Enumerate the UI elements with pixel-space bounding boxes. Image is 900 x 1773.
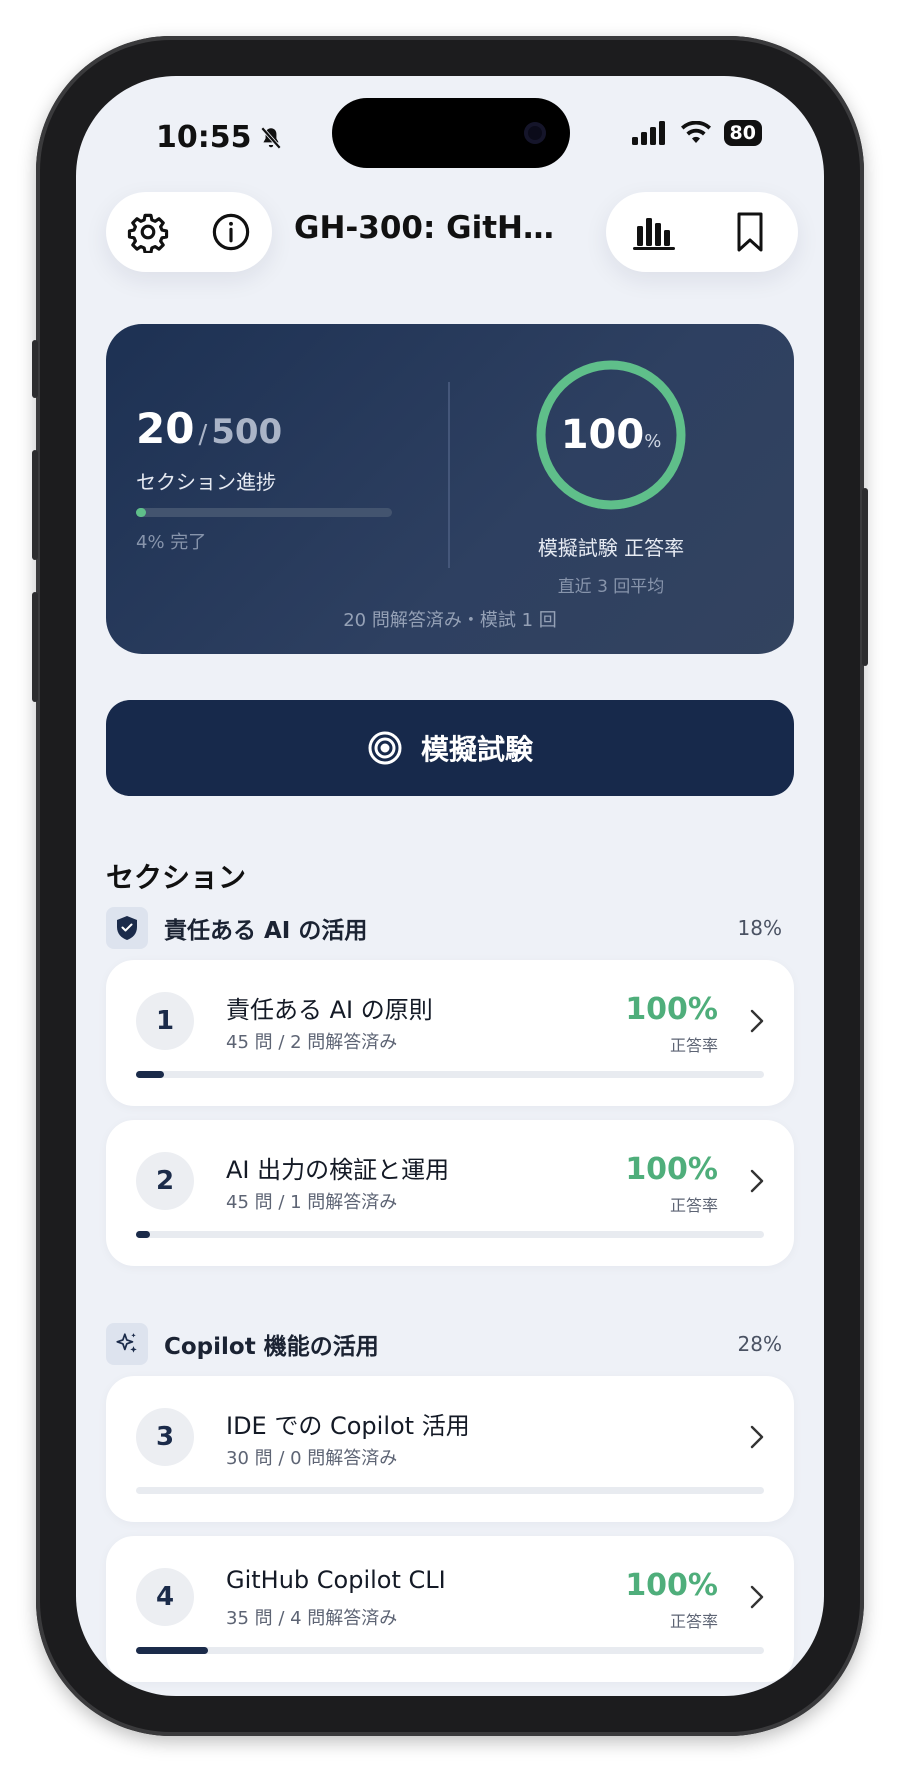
- section-title: AI 出力の検証と運用: [226, 1156, 450, 1184]
- volume-up-button: [32, 450, 38, 560]
- section-accuracy: 100%: [625, 1152, 718, 1187]
- section-group-header: 責任ある AI の活用 18%: [106, 906, 794, 950]
- section-number: 2: [136, 1152, 194, 1210]
- section-accuracy: 100%: [625, 1568, 718, 1603]
- section-accuracy-label: 正答率: [669, 1196, 718, 1215]
- section-progress-fill: [136, 1231, 150, 1238]
- section-number: 4: [136, 1568, 194, 1626]
- accuracy-unit: %: [644, 430, 662, 452]
- gear-icon: [127, 213, 168, 253]
- section-title: IDE での Copilot 活用: [226, 1412, 470, 1440]
- settings-button[interactable]: [122, 206, 174, 258]
- sections-heading: セクション: [106, 861, 247, 894]
- answered-number: 20: [136, 404, 195, 453]
- bookmarks-button[interactable]: [724, 206, 776, 258]
- app-screen: 10:55 80 GH-300: GitHub 20 / 500 セクション進捗…: [76, 76, 824, 1696]
- section-progress-fill: [136, 508, 147, 517]
- target-icon: [368, 731, 402, 765]
- section-accuracy: 100%: [625, 992, 718, 1027]
- shield-icon: [117, 916, 137, 940]
- sparkles-icon: [116, 1333, 137, 1353]
- section-card[interactable]: 1 責任ある AI の原則 45 問 / 2 問解答済み 100% 正答率: [106, 960, 794, 1106]
- section-progress-bar: [136, 1647, 764, 1654]
- mock-exam-button[interactable]: 模擬試験: [106, 700, 794, 796]
- section-progress-label: セクション進捗: [136, 470, 276, 494]
- group-icon-badge: [106, 907, 148, 949]
- section-title: GitHub Copilot CLI: [226, 1566, 446, 1594]
- section-title: 責任ある AI の原則: [226, 996, 433, 1024]
- section-accuracy-label: 正答率: [669, 1612, 718, 1631]
- group-percent: 28%: [737, 1332, 782, 1356]
- section-progress-bar: [136, 508, 392, 517]
- section-subtitle: 30 問 / 0 問解答済み: [226, 1448, 398, 1469]
- summary-footer: 20 問解答済み・模試 1 回: [343, 610, 557, 631]
- volume-down-button: [32, 592, 38, 702]
- accuracy-number: 100: [560, 412, 645, 458]
- power-button: [862, 488, 868, 666]
- status-bar-time: 10:55: [156, 120, 284, 155]
- summary-divider: [448, 382, 450, 568]
- mute-switch: [32, 340, 38, 398]
- section-subtitle: 45 問 / 1 問解答済み: [226, 1192, 398, 1213]
- section-group-header: Copilot 機能の活用 28%: [106, 1322, 794, 1366]
- page-title: GH-300: GitHub Copilot: [294, 210, 564, 246]
- mock-exam-label: 模擬試験: [420, 733, 533, 766]
- section-progress-fill: [136, 1071, 164, 1078]
- info-button[interactable]: [205, 206, 257, 258]
- chevron-right-icon: [750, 1585, 764, 1609]
- chevron-right-icon: [750, 1425, 764, 1449]
- toolbar-left: [106, 192, 272, 272]
- answered-count: 20/500: [136, 404, 283, 453]
- section-number: 1: [136, 992, 194, 1050]
- bell-slash-icon: [260, 126, 281, 149]
- chevron-right-icon: [750, 1169, 764, 1193]
- group-percent: 18%: [737, 916, 782, 940]
- wifi-icon: [680, 121, 711, 143]
- section-number: 3: [136, 1408, 194, 1466]
- toolbar-right: [606, 192, 798, 272]
- section-progress-bar: [136, 1231, 764, 1238]
- section-accuracy-label: 正答率: [669, 1036, 718, 1055]
- chart-bars-icon: [633, 218, 675, 250]
- group-icon-badge: [106, 1323, 148, 1365]
- accuracy-value: 100%: [534, 358, 688, 512]
- accuracy-label: 模擬試験 正答率: [537, 536, 685, 560]
- chevron-right-icon: [750, 1009, 764, 1033]
- info-icon: [212, 213, 249, 251]
- bookmark-icon: [737, 212, 763, 252]
- section-subtitle: 35 問 / 4 問解答済み: [226, 1608, 398, 1629]
- section-card[interactable]: 2 AI 出力の検証と運用 45 問 / 1 問解答済み 100% 正答率: [106, 1120, 794, 1266]
- clock-text: 10:55: [156, 120, 252, 155]
- accuracy-sublabel: 直近 3 回平均: [557, 577, 665, 597]
- section-subtitle: 45 問 / 2 問解答済み: [226, 1032, 398, 1053]
- camera-icon: [524, 122, 546, 144]
- battery-indicator: 80: [723, 120, 762, 146]
- dynamic-island: [332, 98, 570, 168]
- section-progress-bar: [136, 1071, 764, 1078]
- section-progress-fill: [136, 1647, 208, 1654]
- progress-summary-card: 20/500 セクション進捗 4% 完了 100% 模擬試験 正答率 直近 3 …: [106, 324, 794, 654]
- section-progress-text: 4% 完了: [136, 532, 207, 553]
- stats-button[interactable]: [628, 206, 680, 258]
- section-card[interactable]: 4 GitHub Copilot CLI 35 問 / 4 問解答済み 100%…: [106, 1536, 794, 1682]
- total-number: 500: [211, 412, 283, 452]
- group-title: 責任ある AI の活用: [164, 918, 368, 944]
- section-card[interactable]: 3 IDE での Copilot 活用 30 問 / 0 問解答済み: [106, 1376, 794, 1522]
- cellular-signal-icon: [631, 121, 665, 145]
- status-bar-indicators: 80: [631, 120, 762, 146]
- section-progress-bar: [136, 1487, 764, 1494]
- group-title: Copilot 機能の活用: [164, 1334, 379, 1360]
